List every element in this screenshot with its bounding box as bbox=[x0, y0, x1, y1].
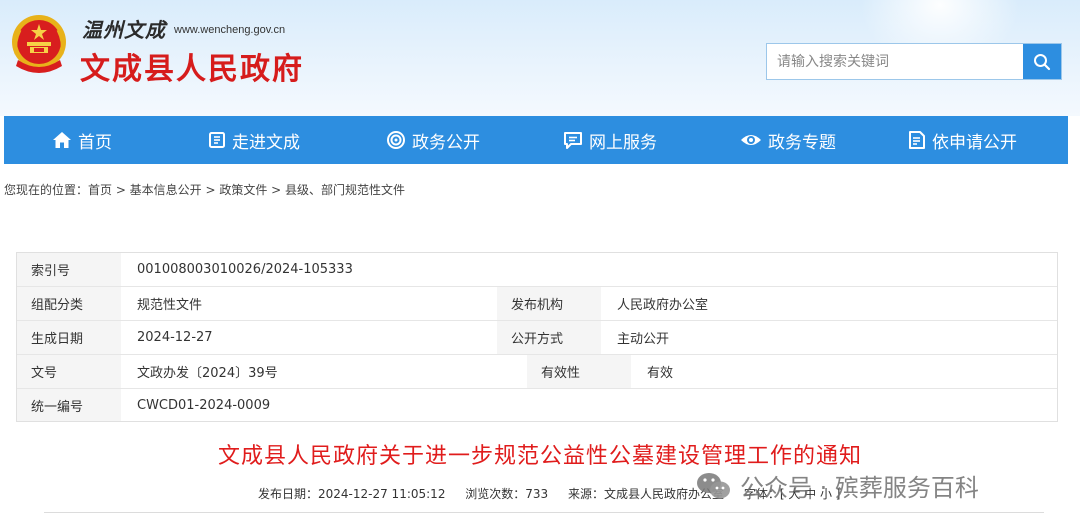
chat-icon bbox=[564, 131, 582, 149]
calligraphy-logo: 温州文成 bbox=[82, 18, 166, 42]
nav-label: 政务公开 bbox=[412, 132, 480, 153]
meta-value-docno: 文政办发〔2024〕39号 bbox=[121, 355, 527, 388]
nav-label: 依申请公开 bbox=[932, 132, 1017, 153]
meta-row-docno: 文号 文政办发〔2024〕39号 有效性 有效 bbox=[17, 355, 1057, 389]
home-icon bbox=[53, 132, 71, 148]
nav-item-apply-disclosure[interactable]: 依申请公开 bbox=[908, 116, 1017, 164]
site-header: 温州文成 www.wencheng.gov.cn 文成县人民政府 bbox=[0, 0, 1080, 116]
nav-item-about[interactable]: 走进文成 bbox=[208, 116, 300, 164]
meta-value-validity: 有效 bbox=[631, 355, 1057, 388]
search-icon bbox=[1034, 53, 1051, 70]
view-count: 浏览次数：733 bbox=[465, 487, 549, 501]
nav-label: 首页 bbox=[78, 132, 112, 153]
meta-row-date: 生成日期 2024-12-27 公开方式 主动公开 bbox=[17, 321, 1057, 355]
meta-value-publisher: 人民政府办公室 bbox=[601, 287, 1057, 320]
search-button[interactable] bbox=[1023, 44, 1061, 79]
wechat-watermark: 公众号 · 殡葬服务百科 bbox=[696, 468, 979, 503]
nav-label: 网上服务 bbox=[589, 132, 657, 153]
document-title: 文成县人民政府关于进一步规范公益性公墓建设管理工作的通知 bbox=[217, 444, 862, 469]
breadcrumb[interactable]: 您现在的位置：首页 > 基本信息公开 > 政策文件 > 县级、部门规范性文件 bbox=[4, 181, 405, 198]
document-icon bbox=[909, 131, 925, 149]
divider bbox=[44, 512, 1044, 513]
publish-date: 发布日期：2024-12-27 11:05:12 bbox=[258, 487, 446, 501]
nav-item-gov-affairs[interactable]: 政务公开 bbox=[386, 116, 480, 164]
meta-label: 有效性 bbox=[527, 355, 631, 388]
main-nav: 首页 走进文成 政务公开 网上服务 政务专题 依申请公开 bbox=[4, 116, 1068, 164]
meta-row-category: 组配分类 规范性文件 发布机构 人民政府办公室 bbox=[17, 287, 1057, 321]
nav-item-online-service[interactable]: 网上服务 bbox=[563, 116, 657, 164]
meta-value-category: 规范性文件 bbox=[121, 287, 497, 320]
meta-label: 公开方式 bbox=[497, 321, 601, 354]
meta-value-index: 001008003010026/2024-105333 bbox=[121, 253, 1057, 286]
meta-row-code: 统一编号 CWCD01-2024-0009 bbox=[17, 389, 1057, 421]
document-meta-table: 索引号 001008003010026/2024-105333 组配分类 规范性… bbox=[16, 252, 1058, 422]
book-icon bbox=[209, 132, 225, 148]
search-box bbox=[766, 43, 1062, 80]
meta-value-date: 2024-12-27 bbox=[121, 321, 497, 354]
meta-label: 文号 bbox=[17, 355, 121, 388]
broadcast-icon bbox=[387, 131, 405, 149]
nav-label: 政务专题 bbox=[768, 132, 836, 153]
meta-label: 发布机构 bbox=[497, 287, 601, 320]
search-input[interactable] bbox=[767, 44, 1023, 79]
meta-row-index: 索引号 001008003010026/2024-105333 bbox=[17, 253, 1057, 287]
meta-value-code: CWCD01-2024-0009 bbox=[121, 389, 1057, 421]
meta-label: 组配分类 bbox=[17, 287, 121, 320]
nav-item-special-topics[interactable]: 政务专题 bbox=[740, 116, 836, 164]
meta-label: 生成日期 bbox=[17, 321, 121, 354]
meta-value-open-method: 主动公开 bbox=[601, 321, 1057, 354]
nav-item-home[interactable]: 首页 bbox=[52, 116, 112, 164]
eye-icon bbox=[741, 135, 761, 145]
watermark-text: 公众号 · 殡葬服务百科 bbox=[740, 474, 979, 502]
site-title[interactable]: 文成县人民政府 bbox=[80, 44, 304, 88]
meta-label: 统一编号 bbox=[17, 389, 121, 421]
wechat-icon bbox=[697, 472, 730, 498]
meta-label: 索引号 bbox=[17, 253, 121, 286]
national-emblem-icon[interactable] bbox=[8, 12, 70, 78]
nav-label: 走进文成 bbox=[232, 132, 300, 153]
site-domain: www.wencheng.gov.cn bbox=[174, 24, 286, 36]
